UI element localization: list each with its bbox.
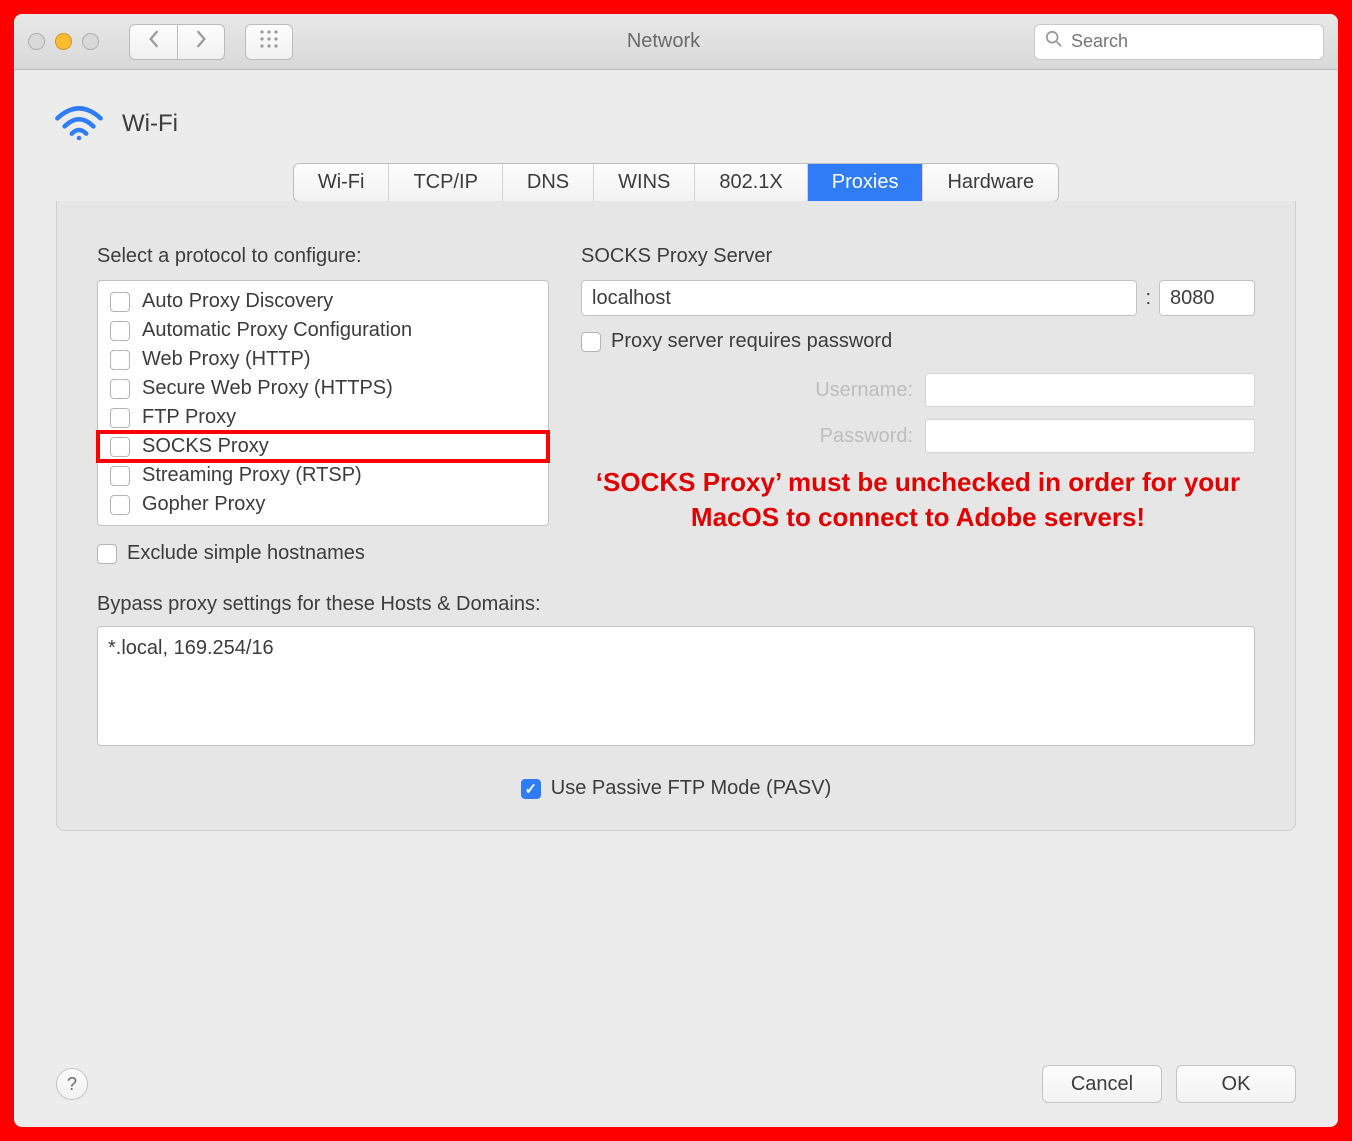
network-window: Network Wi-Fi Wi-FiTCP/IPDNSWINS802.1XPr… — [14, 14, 1338, 1127]
protocol-label: Secure Web Proxy (HTTPS) — [142, 377, 393, 400]
cancel-button[interactable]: Cancel — [1042, 1065, 1162, 1103]
protocol-item[interactable]: Gopher Proxy — [98, 490, 548, 519]
tab-proxies[interactable]: Proxies — [808, 164, 924, 201]
service-title: Wi-Fi — [122, 110, 178, 138]
wifi-icon — [52, 102, 106, 145]
protocol-label: Automatic Proxy Configuration — [142, 319, 412, 342]
search-icon — [1045, 30, 1063, 53]
bypass-label: Bypass proxy settings for these Hosts & … — [97, 593, 1255, 616]
protocol-item[interactable]: Automatic Proxy Configuration — [98, 316, 548, 345]
pasv-checkbox[interactable] — [521, 779, 541, 799]
pasv-label: Use Passive FTP Mode (PASV) — [551, 777, 831, 800]
tab-wi-fi[interactable]: Wi-Fi — [294, 164, 390, 201]
server-host-input[interactable] — [581, 280, 1137, 316]
protocol-checkbox[interactable] — [110, 379, 130, 399]
grid-icon — [259, 29, 279, 54]
search-field-wrap[interactable] — [1034, 24, 1324, 60]
exclude-hostnames-checkbox[interactable] — [97, 544, 117, 564]
protocol-checkbox[interactable] — [110, 437, 130, 457]
window-title: Network — [303, 30, 1024, 53]
nav-buttons — [129, 24, 225, 60]
titlebar: Network — [14, 14, 1338, 70]
protocol-label: Web Proxy (HTTP) — [142, 348, 311, 371]
zoom-window-button[interactable] — [82, 33, 99, 50]
ok-button[interactable]: OK — [1176, 1065, 1296, 1103]
protocol-checkbox[interactable] — [110, 466, 130, 486]
server-port-input[interactable] — [1159, 280, 1255, 316]
back-button[interactable] — [129, 24, 177, 60]
protocol-item[interactable]: Auto Proxy Discovery — [98, 287, 548, 316]
protocol-label: Auto Proxy Discovery — [142, 290, 333, 313]
username-label: Username: — [773, 379, 913, 402]
protocol-item[interactable]: Web Proxy (HTTP) — [98, 345, 548, 374]
footer: ? Cancel OK — [56, 1065, 1296, 1103]
annotation-text: ‘SOCKS Proxy’ must be unchecked in order… — [581, 465, 1255, 535]
tab-802-1x[interactable]: 802.1X — [695, 164, 807, 201]
traffic-lights — [28, 33, 99, 50]
host-port-separator: : — [1145, 287, 1151, 310]
protocol-item[interactable]: FTP Proxy — [98, 403, 548, 432]
server-column: SOCKS Proxy Server : Proxy server requir… — [581, 245, 1255, 565]
protocol-label: SOCKS Proxy — [142, 435, 269, 458]
protocol-checkbox[interactable] — [110, 321, 130, 341]
protocol-item[interactable]: Streaming Proxy (RTSP) — [98, 461, 548, 490]
minimize-window-button[interactable] — [55, 33, 72, 50]
protocol-label: FTP Proxy — [142, 406, 236, 429]
help-button[interactable]: ? — [56, 1068, 88, 1100]
select-protocol-label: Select a protocol to configure: — [97, 245, 549, 268]
protocol-checkbox[interactable] — [110, 292, 130, 312]
pasv-row[interactable]: Use Passive FTP Mode (PASV) — [97, 777, 1255, 800]
chevron-left-icon — [147, 30, 161, 53]
forward-button[interactable] — [177, 24, 225, 60]
tabs-container: Wi-FiTCP/IPDNSWINS802.1XProxiesHardware — [14, 163, 1338, 202]
exclude-hostnames-label: Exclude simple hostnames — [127, 542, 365, 565]
tab-tcp-ip[interactable]: TCP/IP — [389, 164, 502, 201]
tab-wins[interactable]: WINS — [594, 164, 695, 201]
server-label: SOCKS Proxy Server — [581, 245, 1255, 268]
password-input[interactable] — [925, 419, 1255, 453]
protocol-checkbox[interactable] — [110, 495, 130, 515]
username-input[interactable] — [925, 373, 1255, 407]
search-input[interactable] — [1071, 31, 1313, 52]
exclude-hostnames-row[interactable]: Exclude simple hostnames — [97, 542, 549, 565]
protocol-checkbox[interactable] — [110, 350, 130, 370]
help-icon: ? — [67, 1074, 77, 1095]
protocol-list[interactable]: Auto Proxy Discovery Automatic Proxy Conf… — [97, 280, 549, 526]
chevron-right-icon — [194, 30, 208, 53]
bypass-textarea[interactable] — [97, 626, 1255, 746]
password-required-checkbox[interactable] — [581, 332, 601, 352]
protocol-label: Gopher Proxy — [142, 493, 265, 516]
protocol-checkbox[interactable] — [110, 408, 130, 428]
protocol-label: Streaming Proxy (RTSP) — [142, 464, 362, 487]
close-window-button[interactable] — [28, 33, 45, 50]
password-required-row[interactable]: Proxy server requires password — [581, 330, 1255, 353]
tab-hardware[interactable]: Hardware — [923, 164, 1058, 201]
protocols-column: Select a protocol to configure: Auto Pro… — [97, 245, 549, 565]
proxies-panel: Select a protocol to configure: Auto Pro… — [56, 201, 1296, 831]
protocol-item[interactable]: Secure Web Proxy (HTTPS) — [98, 374, 548, 403]
protocol-item[interactable]: SOCKS Proxy — [98, 432, 548, 461]
service-header: Wi-Fi — [14, 70, 1338, 159]
password-label: Password: — [773, 425, 913, 448]
tab-dns[interactable]: DNS — [503, 164, 594, 201]
show-all-button[interactable] — [245, 24, 293, 60]
password-required-label: Proxy server requires password — [611, 330, 892, 353]
